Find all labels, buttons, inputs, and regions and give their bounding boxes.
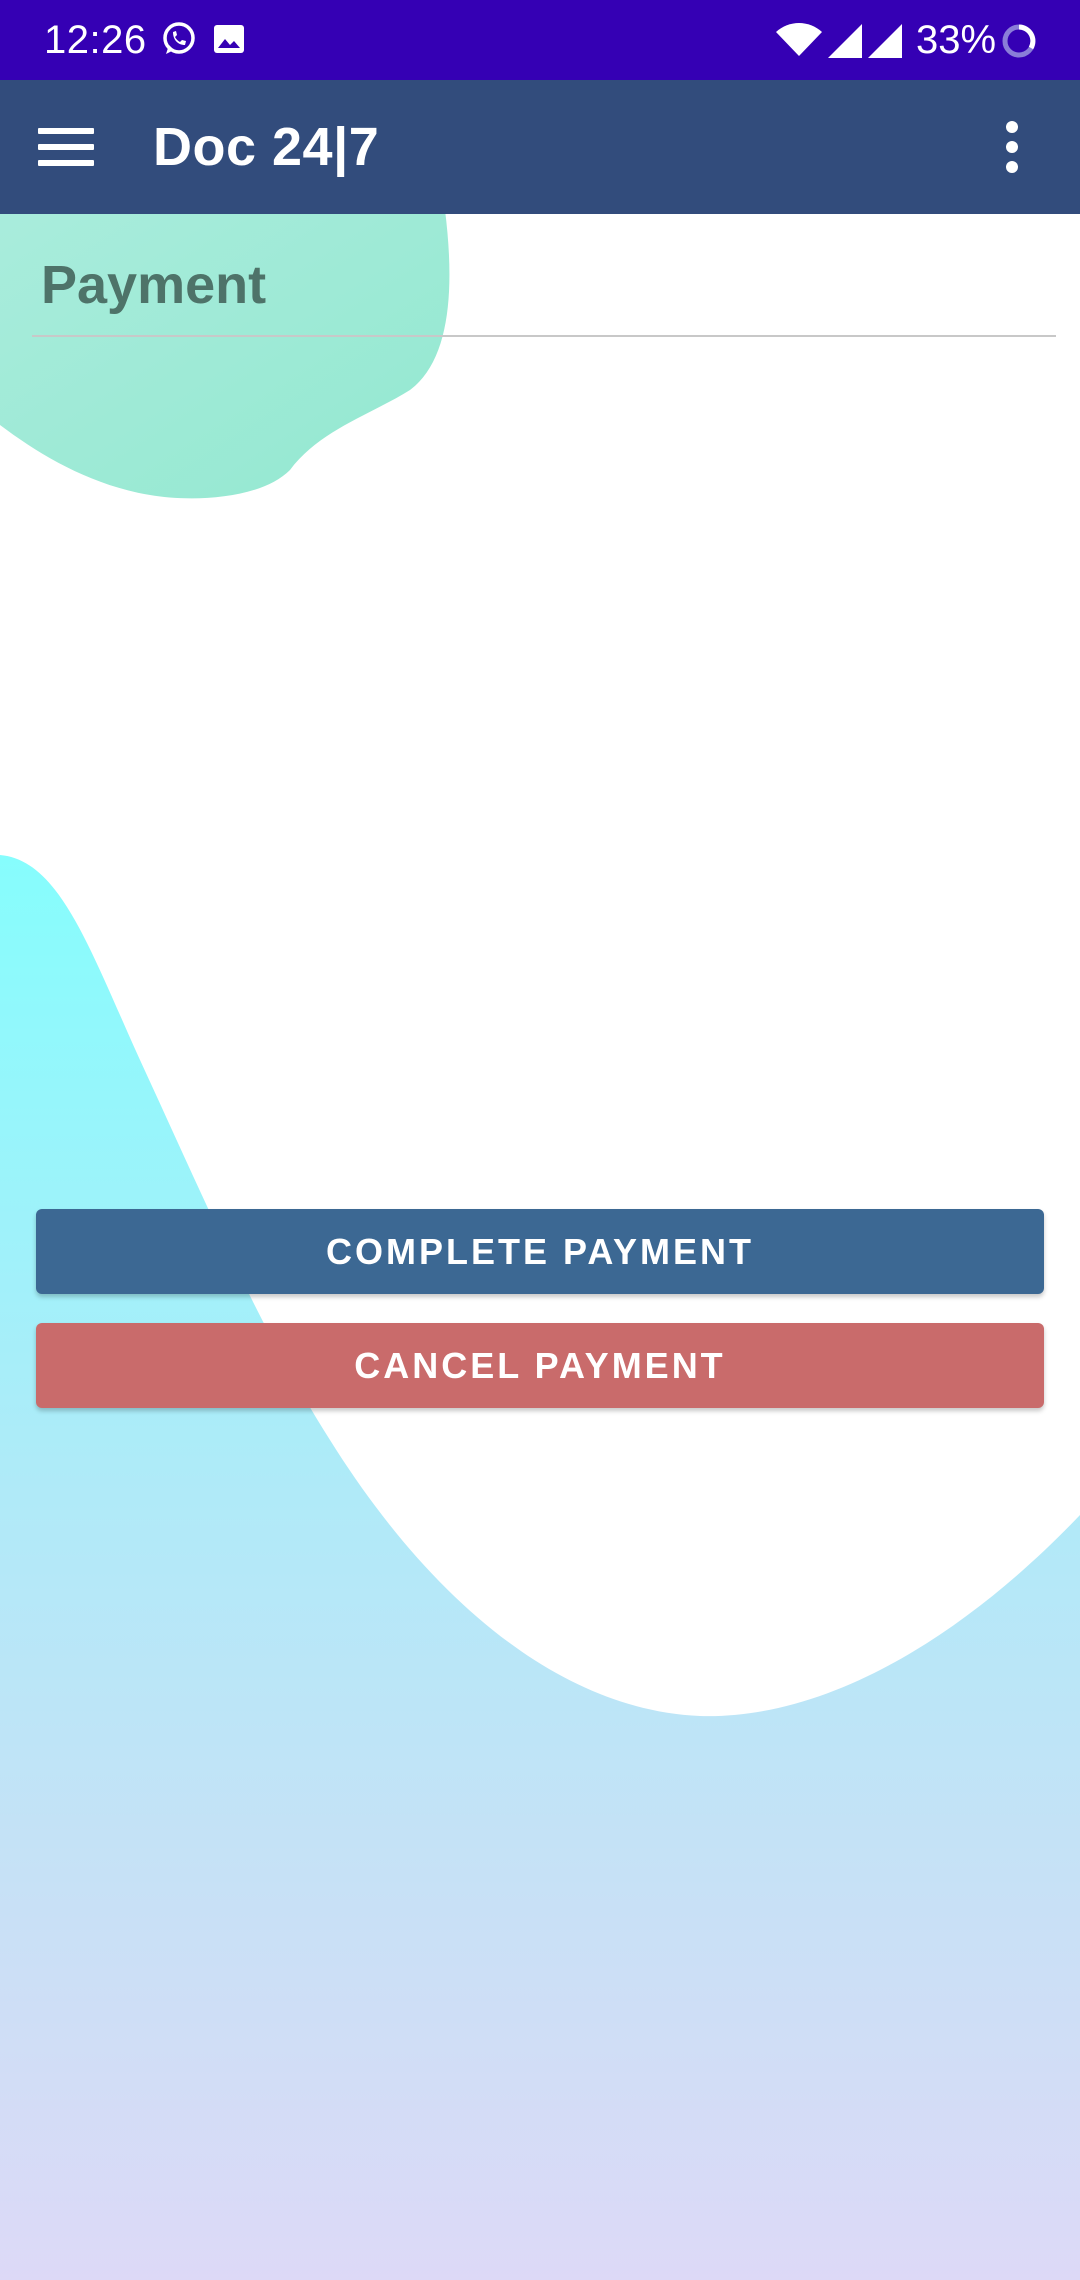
signal-icon	[828, 24, 862, 58]
payment-screen: 12:26 33% Doc 24|7 Payment COMPLETE PAYM…	[0, 0, 1080, 2280]
image-icon	[214, 25, 244, 53]
complete-payment-button[interactable]: COMPLETE PAYMENT	[36, 1209, 1044, 1294]
battery-saver-ring-icon	[1002, 24, 1036, 58]
status-bar: 12:26 33%	[0, 0, 1080, 80]
hamburger-menu-icon[interactable]	[26, 115, 106, 179]
page-title: Payment	[41, 255, 267, 315]
app-bar: Doc 24|7	[0, 80, 1080, 214]
background-decoration	[0, 210, 1080, 2280]
cyan-wave	[0, 855, 1080, 2280]
signal-icon	[868, 24, 902, 58]
whatsapp-icon	[163, 22, 195, 54]
wifi-icon	[776, 23, 822, 56]
cancel-payment-button[interactable]: CANCEL PAYMENT	[36, 1323, 1044, 1408]
battery-percent: 33%	[916, 18, 997, 62]
more-vertical-icon[interactable]	[990, 115, 1034, 179]
app-title: Doc 24|7	[153, 117, 380, 177]
heading-divider	[32, 335, 1056, 337]
status-time: 12:26	[44, 18, 147, 62]
